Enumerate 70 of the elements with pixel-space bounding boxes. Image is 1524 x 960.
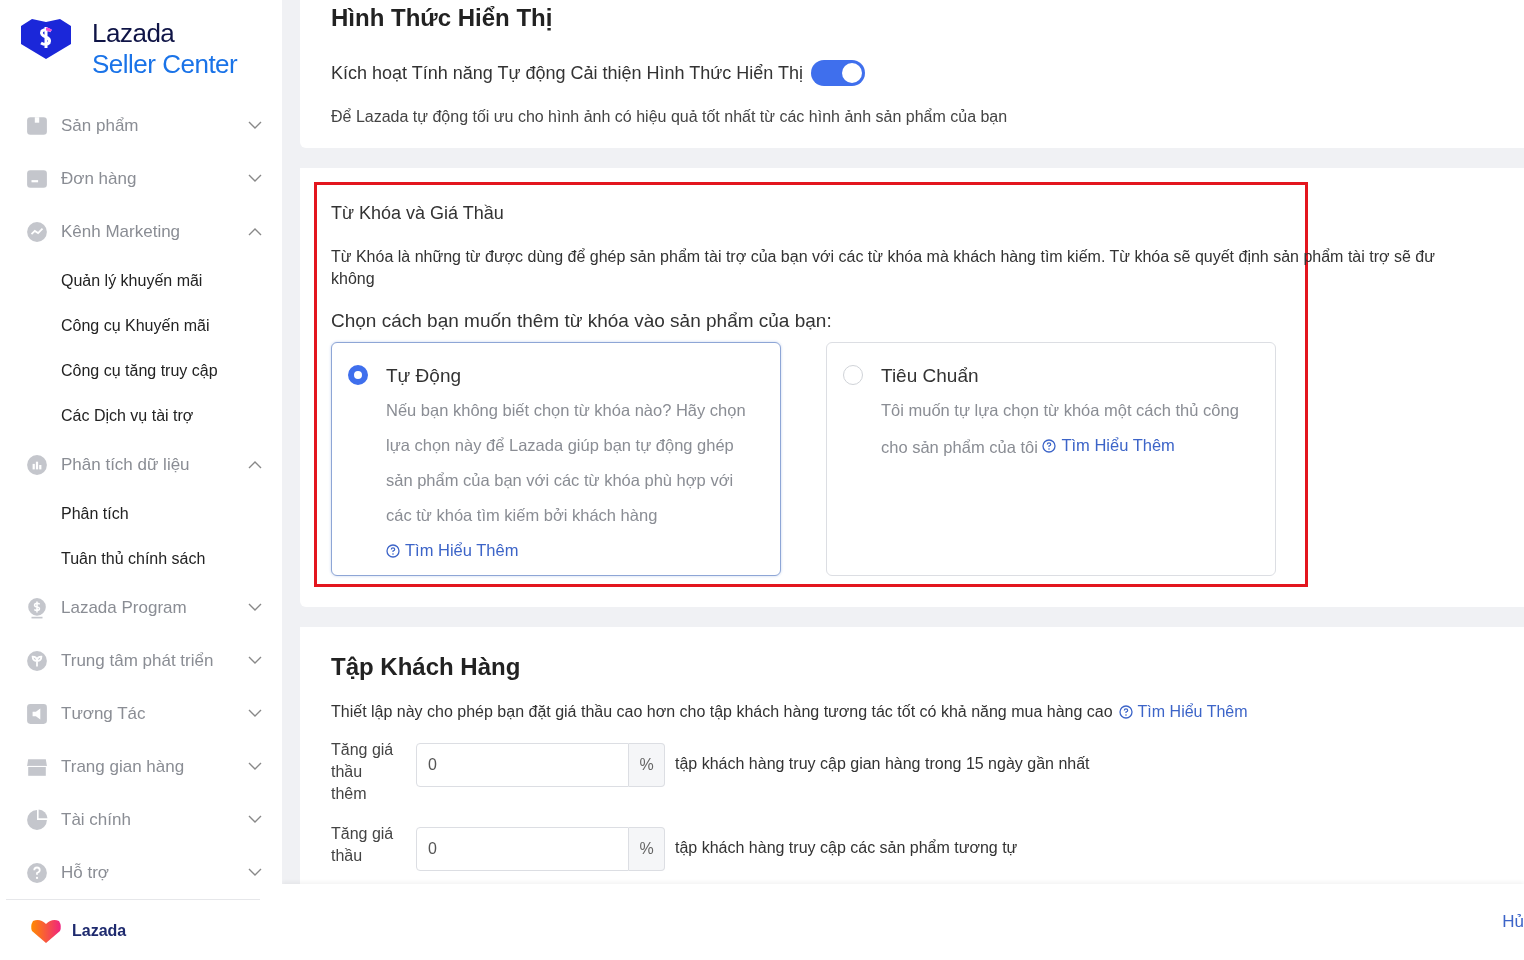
- help-icon: [386, 543, 400, 558]
- menu-item-icon: [26, 114, 48, 137]
- chevron-down-icon: [248, 174, 262, 183]
- chevron-down-icon: [248, 709, 262, 718]
- learn-more-link[interactable]: Tìm Hiểu Thêm: [1118, 703, 1248, 721]
- sidebar-subitem[interactable]: Tuân thủ chính sách: [26, 536, 282, 581]
- sidebar-item[interactable]: Hỗ trợ: [26, 846, 262, 899]
- sidebar-item[interactable]: Đơn hàng: [26, 152, 262, 205]
- percent-input-field[interactable]: 0: [416, 743, 629, 787]
- menu-item-icon: [26, 808, 48, 831]
- chevron-up-icon: [248, 460, 262, 469]
- sidebar-subitem[interactable]: Các Dịch vụ tài trợ: [26, 393, 282, 438]
- field-description: tập khách hàng truy cập gian hàng trong 15 ngày gần nhất: [675, 755, 1090, 773]
- section-title: Tập Khách Hàng: [331, 653, 522, 681]
- menu-item-icon: [26, 220, 48, 243]
- learn-more-link[interactable]: Tìm Hiểu Thêm: [1042, 428, 1175, 463]
- help-icon: [1042, 438, 1057, 453]
- question-text: Chọn cách bạn muốn thêm từ khóa vào sản phẩm của bạn:: [331, 310, 833, 332]
- menu-item-icon: [26, 453, 48, 476]
- option-title: Tự Động: [386, 365, 463, 387]
- percent-input-field[interactable]: 0: [416, 827, 629, 871]
- toggle-switch[interactable]: [811, 60, 866, 86]
- sidebar-subitem[interactable]: Công cụ Khuyến mãi: [26, 303, 282, 348]
- field-description: tập khách hàng truy cập các sản phẩm tương tự: [675, 839, 1018, 857]
- sidebar-item[interactable]: Tài chính: [26, 793, 262, 846]
- sidebar-subitem[interactable]: Phân tích: [26, 491, 282, 536]
- heart-logo-icon: [30, 918, 62, 944]
- footer-brand: Lazada: [72, 922, 127, 940]
- chevron-down-icon: [248, 868, 262, 877]
- cancel-button[interactable]: Hủ: [1502, 912, 1524, 932]
- field-label: Tăng giá thầu: [331, 824, 395, 866]
- field-label: Tăng giá thầu thêm: [331, 740, 395, 804]
- chevron-down-icon: [248, 121, 262, 130]
- option-card[interactable]: Tự Động Nếu bạn không biết chọn từ khóa nào? Hãy chọn lựa chọn này để Lazada giúp bạn tự động ghép sản phẩm của bạn với các từ khóa phù hợp với các từ khóa tìm kiếm bởi khách hàng Tìm Hiểu Thêm: [331, 342, 781, 576]
- sidebar-item[interactable]: Trang gian hàng: [26, 740, 262, 793]
- chevron-down-icon: [248, 656, 262, 665]
- sidebar-item[interactable]: Lazada Program: [26, 581, 262, 634]
- section-title: Hình Thức Hiển Thị: [331, 4, 554, 32]
- option-card[interactable]: Tiêu Chuẩn Tôi muốn tự lựa chọn từ khóa một cách thủ công cho sản phẩm của tôi Tìm Hiểu Thêm: [826, 342, 1276, 576]
- sidebar-item[interactable]: Sản phẩm: [26, 99, 262, 152]
- sidebar-subitem[interactable]: Công cụ tăng truy cập: [26, 348, 282, 393]
- section-title: Từ Khóa và Giá Thầu: [331, 203, 505, 224]
- sidebar-item[interactable]: Trung tâm phát triển: [26, 634, 262, 687]
- chevron-up-icon: [248, 227, 262, 236]
- percent-suffix: %: [629, 743, 665, 787]
- menu-item-icon: [26, 167, 48, 190]
- menu-item-icon: [26, 596, 48, 619]
- section-description: Thiết lập này cho phép bạn đặt giá thầu cao hơn cho tập khách hàng tương tác tốt có khả năng mua hàng cao: [331, 703, 1113, 721]
- menu-item-icon: [26, 649, 48, 672]
- logo-icon: [20, 18, 72, 60]
- product-name: Seller Center: [92, 49, 238, 80]
- menu-item-icon: [26, 861, 48, 884]
- sidebar-item[interactable]: Phân tích dữ liệu: [26, 438, 262, 491]
- brand-name: Lazada: [92, 18, 176, 49]
- sidebar-item[interactable]: Tương Tác: [26, 687, 262, 740]
- toggle-label: Kích hoạt Tính năng Tự động Cải thiện Hình Thức Hiển Thị: [331, 62, 804, 84]
- sidebar-item[interactable]: Kênh Marketing: [26, 205, 262, 258]
- radio-button[interactable]: [348, 365, 368, 385]
- help-icon: [1118, 705, 1133, 719]
- section-description: Để Lazada tự động tối ưu cho hình ảnh có hiệu quả tốt nhất từ các hình ảnh sản phẩm của bạn: [331, 108, 1009, 126]
- learn-more-link[interactable]: Tìm Hiểu Thêm: [386, 533, 519, 568]
- sidebar-subitem[interactable]: Quản lý khuyến mãi: [26, 258, 282, 303]
- chevron-down-icon: [248, 603, 262, 612]
- menu-item-icon: [26, 702, 48, 725]
- chevron-down-icon: [248, 762, 262, 771]
- option-description: Nếu bạn không biết chọn từ khóa nào? Hãy chọn lựa chọn này để Lazada giúp bạn tự động ghép sản phẩm của bạn với các từ khóa phù hợp với các từ khóa tìm kiếm bởi khách hàng Tìm Hiểu Thêm: [386, 393, 748, 570]
- option-title: Tiêu Chuẩn: [881, 365, 980, 387]
- option-description: Tôi muốn tự lựa chọn từ khóa một cách thủ công cho sản phẩm của tôi Tìm Hiểu Thêm: [881, 393, 1243, 465]
- percent-suffix: %: [629, 827, 665, 871]
- chevron-down-icon: [248, 815, 262, 824]
